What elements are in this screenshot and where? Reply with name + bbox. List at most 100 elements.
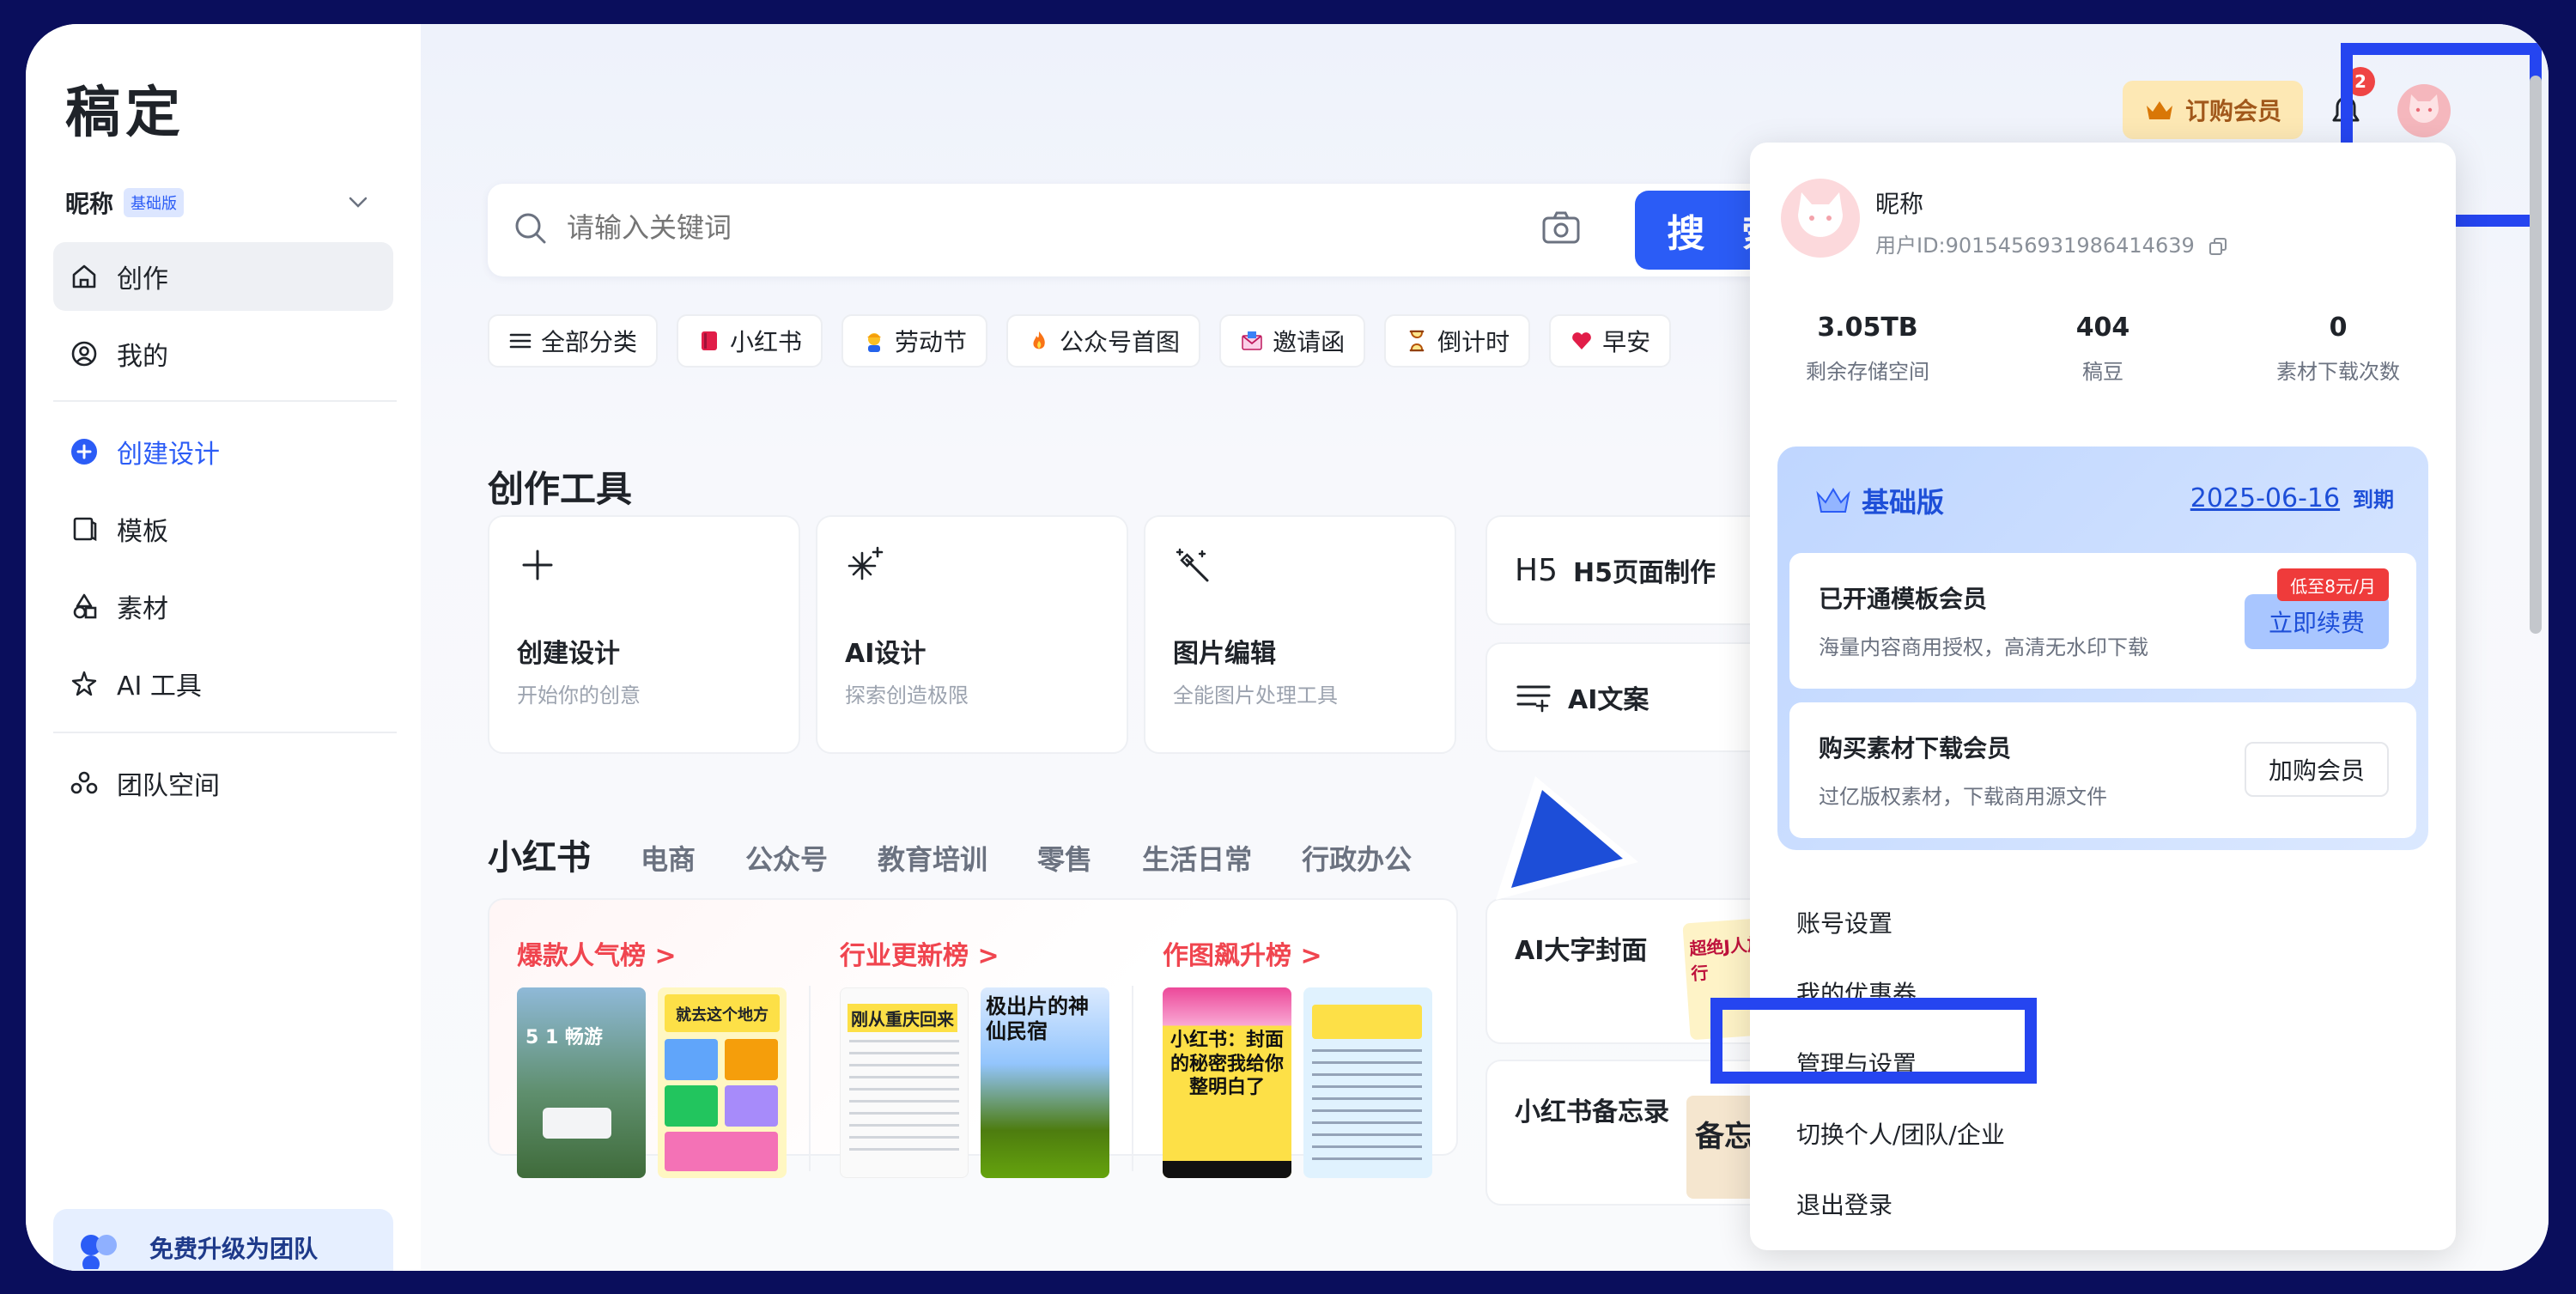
chip-good-morning[interactable]: 早安 xyxy=(1549,314,1672,368)
text-lines xyxy=(1312,1049,1422,1161)
template-thumb[interactable]: 极出片的神仙民宿 xyxy=(981,987,1109,1178)
thumb-text: 5 1 畅游 xyxy=(526,1027,603,1048)
search-input[interactable] xyxy=(567,211,1511,244)
chip-invitation[interactable]: 邀请函 xyxy=(1219,314,1366,368)
user-switcher[interactable]: 昵称 基础版 xyxy=(65,185,185,220)
template-thumb[interactable]: 小红书：封面的秘密我给你整明白了 xyxy=(1163,987,1291,1178)
sidebar-item-ai-tools[interactable]: AI 工具 xyxy=(53,649,393,718)
vip-panel: 基础版 2025-06-16 到期 已开通模板会员 海量内容商用授权，高清无水印… xyxy=(1777,447,2428,850)
ranking-title-rising[interactable]: 作图飙升榜 > xyxy=(1163,934,1322,972)
template-icon xyxy=(73,517,97,542)
sidebar-divider xyxy=(53,732,397,733)
ranking-title-industry[interactable]: 行业更新榜 > xyxy=(840,934,999,972)
chip-labor-day[interactable]: 劳动节 xyxy=(841,314,988,368)
sidebar-item-label: 素材 xyxy=(117,594,168,624)
plus-circle-icon xyxy=(71,439,97,465)
team-upgrade-banner[interactable]: 免费升级为团队 xyxy=(53,1209,393,1271)
brand-logo: 稿定 xyxy=(65,82,185,145)
template-thumb[interactable]: 就去这个地方 xyxy=(658,987,787,1178)
tool-card-title: AI设计 xyxy=(845,639,927,669)
chip-countdown[interactable]: 倒计时 xyxy=(1384,314,1531,368)
category-tabs: 小红书 电商 公众号 教育培训 零售 生活日常 行政办公 xyxy=(488,829,1412,879)
sidebar-item-label: 我的 xyxy=(117,342,168,372)
camera-icon[interactable] xyxy=(1540,210,1582,247)
text-lines xyxy=(849,1040,959,1160)
subscribe-member-button[interactable]: 订购会员 xyxy=(2123,81,2303,139)
heart-icon xyxy=(1572,332,1591,349)
chevron-down-icon[interactable] xyxy=(345,189,371,215)
tab-wechat[interactable]: 公众号 xyxy=(745,838,828,878)
search-bar xyxy=(488,184,1827,276)
tool-card-title: 图片编辑 xyxy=(1173,639,1276,669)
chip-label: 倒计时 xyxy=(1437,328,1510,356)
sidebar-item-mine[interactable]: 我的 xyxy=(53,319,393,388)
add-member-button[interactable]: 加购会员 xyxy=(2245,742,2389,797)
thumb-text: 刚从重庆回来 xyxy=(848,1004,957,1032)
chip-label: 劳动节 xyxy=(895,328,968,356)
sidebar-item-create-design[interactable]: 创建设计 xyxy=(53,417,393,486)
tab-xiaohongshu[interactable]: 小红书 xyxy=(488,829,591,879)
expiry-date[interactable]: 2025-06-16 xyxy=(2190,483,2340,513)
scrollbar-thumb[interactable] xyxy=(2530,76,2542,634)
home-icon xyxy=(72,264,96,289)
sidebar-item-team[interactable]: 团队空间 xyxy=(53,749,393,817)
sidebar-item-templates[interactable]: 模板 xyxy=(53,495,393,563)
tab-education[interactable]: 教育培训 xyxy=(878,838,987,878)
template-member-card: 已开通模板会员 海量内容商用授权，高清无水印下载 立即续费 低至8元/月 xyxy=(1789,553,2416,689)
material-member-card: 购买素材下载会员 过亿版权素材，下载商用源文件 加购会员 xyxy=(1789,702,2416,838)
envelope-icon xyxy=(1242,331,1262,350)
side-card-title: AI大字封面 xyxy=(1515,936,1648,966)
tab-daily-life[interactable]: 生活日常 xyxy=(1142,838,1252,878)
template-thumb[interactable]: 刚从重庆回来 xyxy=(840,987,969,1178)
tool-card-desc: 开始你的创意 xyxy=(517,683,641,708)
tool-card-desc: 全能图片处理工具 xyxy=(1173,683,1338,708)
account-stats: 3.05TB 剩余存储空间 404 稿豆 0 素材下载次数 xyxy=(1750,313,2456,385)
sidebar-item-materials[interactable]: 素材 xyxy=(53,572,393,641)
tab-retail[interactable]: 零售 xyxy=(1037,838,1092,878)
team-upgrade-label: 免费升级为团队 xyxy=(149,1235,319,1263)
card-title: 购买素材下载会员 xyxy=(1819,734,2012,762)
card-desc: 海量内容商用授权，高清无水印下载 xyxy=(1819,635,2148,659)
menu-switch-account[interactable]: 切换个人/团队/企业 xyxy=(1796,1116,2005,1151)
tool-ai-copywriting[interactable]: AI文案 xyxy=(1485,642,1777,752)
template-thumb[interactable]: 5 1 畅游 xyxy=(517,987,646,1178)
renew-button[interactable]: 立即续费 xyxy=(2245,594,2389,649)
rankings-panel: 爆款人气榜 > 行业更新榜 > 作图飙升榜 > 5 1 畅游 就去这个地方 刚从… xyxy=(488,898,1458,1178)
popup-nickname: 昵称 xyxy=(1875,190,1924,218)
tool-card-title: 创建设计 xyxy=(517,639,620,669)
menu-logout[interactable]: 退出登录 xyxy=(1796,1187,1893,1221)
title-block xyxy=(1312,1005,1422,1039)
chip-xiaohongshu[interactable]: 小红书 xyxy=(677,314,823,368)
copy-icon[interactable] xyxy=(2208,236,2228,257)
stat-storage: 3.05TB 剩余存储空间 xyxy=(1750,313,1985,385)
chip-label: 全部分类 xyxy=(541,328,638,356)
stripe xyxy=(1163,1161,1291,1178)
member-label: 订购会员 xyxy=(2184,97,2281,125)
sidebar-item-label: 模板 xyxy=(117,517,168,547)
tab-ecommerce[interactable]: 电商 xyxy=(641,838,696,878)
popup-user-id: 用户ID:9015456931986414639 xyxy=(1875,228,2228,258)
ai-star-icon xyxy=(71,671,97,696)
highlight-box-manage xyxy=(1710,998,2037,1084)
tool-h5-page[interactable]: H5 H5页面制作 xyxy=(1485,515,1777,625)
tool-card-ai-design[interactable]: AI设计 探索创造极限 xyxy=(816,515,1128,754)
template-thumb[interactable] xyxy=(1303,987,1432,1178)
tool-card-image-edit[interactable]: 图片编辑 全能图片处理工具 xyxy=(1144,515,1456,754)
ranking-title-popular[interactable]: 爆款人气榜 > xyxy=(517,934,677,972)
category-chips: 全部分类 小红书 劳动节 公众号首图 邀请函 倒计时 早安 xyxy=(488,314,1672,368)
search-icon xyxy=(515,213,546,244)
sparkle-icon xyxy=(848,546,884,580)
stat-label: 素材下载次数 xyxy=(2276,360,2400,384)
stat-value: 404 xyxy=(2075,313,2130,343)
tool-card-create-design[interactable]: 创建设计 开始你的创意 xyxy=(488,515,800,754)
photo-block xyxy=(665,1085,718,1127)
menu-account-settings[interactable]: 账号设置 xyxy=(1796,905,1893,939)
chip-wechat-cover[interactable]: 公众号首图 xyxy=(1006,314,1201,368)
thumb-text: 就去这个地方 xyxy=(665,994,780,1032)
tab-office[interactable]: 行政办公 xyxy=(1302,838,1412,878)
chip-all-categories[interactable]: 全部分类 xyxy=(488,314,659,368)
plus-icon xyxy=(522,550,553,580)
sidebar-item-create[interactable]: 创作 xyxy=(53,242,393,311)
stat-downloads: 0 素材下载次数 xyxy=(2221,313,2456,385)
scrollbar[interactable] xyxy=(2528,24,2543,634)
